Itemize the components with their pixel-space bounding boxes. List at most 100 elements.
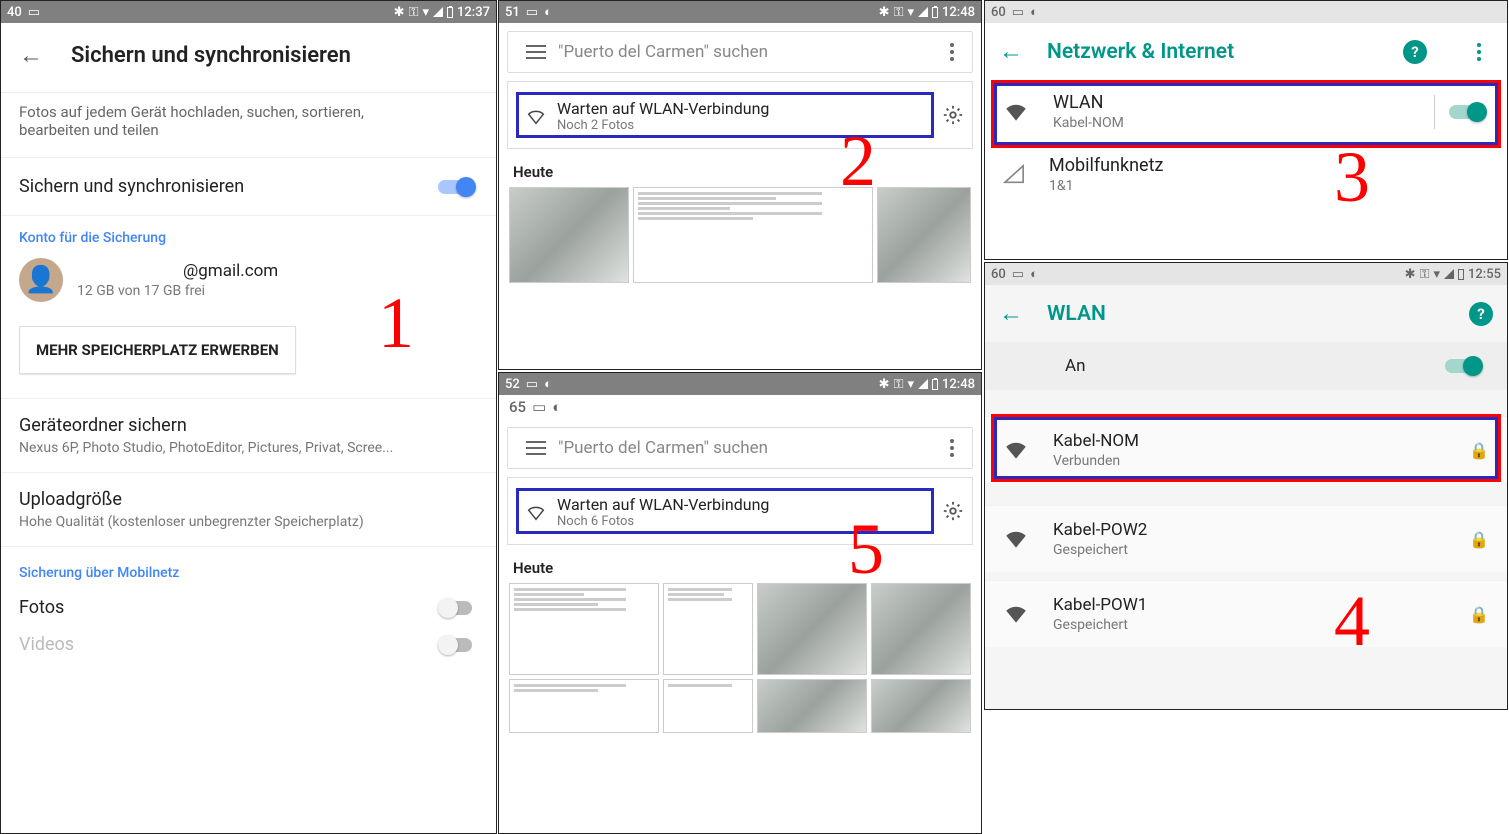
bluetooth-icon: ✱: [879, 377, 890, 392]
mobile-videos-row[interactable]: Videos: [1, 628, 496, 673]
wlan-row[interactable]: WLAN Kabel-NOM: [985, 80, 1507, 143]
signal-icon: [918, 379, 928, 389]
wlan-switch[interactable]: [1449, 102, 1489, 122]
description-text: Fotos auf jedem Gerät hochladen, suchen,…: [1, 93, 496, 158]
mobile-network-row[interactable]: Mobilfunknetz 1&1: [985, 143, 1507, 206]
network-item[interactable]: Kabel-NOM Verbunden 🔒: [985, 416, 1507, 483]
thumbnail[interactable]: [509, 583, 659, 675]
upload-size-sub: Hohe Qualität (kostenloser unbegrenzter …: [19, 514, 478, 530]
panel-network-internet: 60 ▭ ◐ ← Netzwerk & Internet ? WLAN Kabe…: [984, 0, 1508, 260]
network-item[interactable]: Kabel-POW2 Gespeichert 🔒: [985, 505, 1507, 572]
divider: [1434, 95, 1435, 129]
toggle-label: Sichern und synchronisieren: [19, 176, 244, 197]
mobile-photos-switch[interactable]: [438, 598, 478, 618]
backup-status-card[interactable]: Warten auf WLAN-Verbindung Noch 6 Fotos: [507, 477, 973, 545]
help-icon[interactable]: ?: [1469, 302, 1493, 326]
search-placeholder: "Puerto del Carmen" suchen: [558, 42, 938, 62]
status-time: 12:48: [942, 377, 975, 392]
backup-sync-toggle-row[interactable]: Sichern und synchronisieren: [1, 158, 496, 216]
signal-icon: [918, 7, 928, 17]
gear-icon[interactable]: [942, 500, 964, 522]
overflow-menu-icon[interactable]: [938, 43, 966, 61]
help-icon[interactable]: ?: [1403, 40, 1427, 64]
wifi-icon: ▾: [907, 5, 914, 20]
network-name: Kabel-NOM: [1053, 431, 1139, 451]
wifi-outline-icon: [525, 501, 547, 523]
wlan-master-switch[interactable]: [1445, 356, 1485, 376]
back-arrow-icon[interactable]: ←: [999, 299, 1023, 328]
thumbnail[interactable]: [877, 187, 971, 283]
wlan-waiting-sub: Noch 2 Fotos: [557, 118, 769, 133]
bluetooth-icon: ✱: [1405, 267, 1416, 282]
account-email: @gmail.com: [77, 261, 278, 281]
wlan-sub: Kabel-NOM: [1053, 115, 1124, 131]
lock-icon: 🔒: [1469, 530, 1489, 549]
search-bar[interactable]: "Puerto del Carmen" suchen: [507, 31, 973, 73]
upload-size-title: Uploadgröße: [19, 489, 478, 510]
device-folders-row[interactable]: Geräteordner sichern Nexus 6P, Photo Stu…: [1, 398, 496, 472]
mobile-sub: 1&1: [1049, 178, 1163, 194]
mobile-videos-switch[interactable]: [438, 635, 478, 655]
wlan-waiting-sub: Noch 6 Fotos: [557, 514, 769, 529]
upload-size-row[interactable]: Uploadgröße Hohe Qualität (kostenloser u…: [1, 472, 496, 546]
wlan-waiting-title: Warten auf WLAN-Verbindung: [557, 495, 769, 514]
device-folders-sub: Nexus 6P, Photo Studio, PhotoEditor, Pic…: [19, 440, 478, 456]
bluetooth-icon: ✱: [394, 5, 405, 20]
sync-icon: ◐: [1030, 266, 1038, 282]
account-storage: 12 GB von 17 GB frei: [77, 283, 278, 299]
vpn-key-icon: ⚿: [1420, 267, 1430, 282]
overflow-menu-icon[interactable]: [1465, 43, 1493, 61]
panel-backup-sync: 40 ▭ ✱ ⚿ ▾ 12:37 ← Sichern und synchroni…: [0, 0, 497, 834]
thumbnail[interactable]: [509, 187, 629, 283]
search-bar[interactable]: "Puerto del Carmen" suchen: [507, 427, 973, 469]
wlan-title: WLAN: [1053, 92, 1124, 113]
wlan-on-label: An: [1065, 356, 1085, 376]
vpn-key-icon: ⚿: [894, 5, 904, 20]
gear-icon[interactable]: [942, 104, 964, 126]
section-today: Heute: [499, 153, 981, 187]
wlan-master-toggle-row[interactable]: An: [985, 342, 1507, 390]
buy-storage-button[interactable]: MEHR SPEICHERPLATZ ERWERBEN: [19, 326, 296, 374]
photo-thumbnails: [499, 187, 981, 283]
picture-icon: ▭: [526, 5, 538, 20]
sync-icon: ◐: [1030, 4, 1038, 20]
thumbnail[interactable]: [663, 679, 753, 733]
menu-icon[interactable]: [514, 45, 558, 59]
panel-photos-waiting-5: 52 ▭ ◐ ✱ ⚿ ▾ 12:48 65 ▭ ◐ "Puerto del Ca…: [498, 372, 982, 834]
sync-icon: ◐: [544, 4, 552, 20]
sync-icon: ◐: [544, 376, 552, 392]
status-time: 12:55: [1468, 267, 1501, 282]
mobile-videos-label: Videos: [19, 634, 74, 655]
thumbnail[interactable]: [757, 679, 867, 733]
wifi-outline-icon: [525, 105, 547, 127]
app-header: ← WLAN ?: [985, 285, 1507, 342]
lock-icon: 🔒: [1469, 605, 1489, 624]
vpn-key-icon: ⚿: [894, 377, 904, 392]
thumbnail[interactable]: [663, 583, 753, 675]
photo-thumbnails-row2: [499, 679, 981, 733]
wifi-icon: ▾: [422, 5, 429, 20]
network-name: Kabel-POW2: [1053, 520, 1147, 540]
sync-icon: ◐: [552, 398, 561, 416]
menu-icon[interactable]: [514, 441, 558, 455]
account-row[interactable]: 👤 @gmail.com 12 GB von 17 GB frei: [1, 252, 496, 316]
back-arrow-icon[interactable]: ←: [999, 37, 1023, 66]
thumbnail[interactable]: [509, 679, 659, 733]
network-item[interactable]: Kabel-POW1 Gespeichert 🔒: [985, 580, 1507, 647]
overflow-menu-icon[interactable]: [938, 439, 966, 457]
network-name: Kabel-POW1: [1053, 595, 1147, 615]
notification-count: 60: [991, 5, 1006, 20]
wifi-icon: ▾: [1433, 267, 1440, 282]
panel-wlan-list: 60 ▭ ◐ ✱ ⚿ ▾ 12:55 ← WLAN ? An Kabel-NOM…: [984, 262, 1508, 710]
status-time: 12:48: [942, 5, 975, 20]
thumbnail[interactable]: [757, 583, 867, 675]
back-arrow-icon[interactable]: ←: [19, 41, 43, 70]
mobile-photos-row[interactable]: Fotos: [1, 587, 496, 628]
photo-thumbnails: [499, 583, 981, 675]
bluetooth-icon: ✱: [879, 5, 890, 20]
backup-sync-switch[interactable]: [438, 177, 478, 197]
thumbnail[interactable]: [871, 583, 971, 675]
backup-status-card[interactable]: Warten auf WLAN-Verbindung Noch 2 Fotos: [507, 81, 973, 149]
thumbnail[interactable]: [633, 187, 873, 283]
thumbnail[interactable]: [871, 679, 971, 733]
